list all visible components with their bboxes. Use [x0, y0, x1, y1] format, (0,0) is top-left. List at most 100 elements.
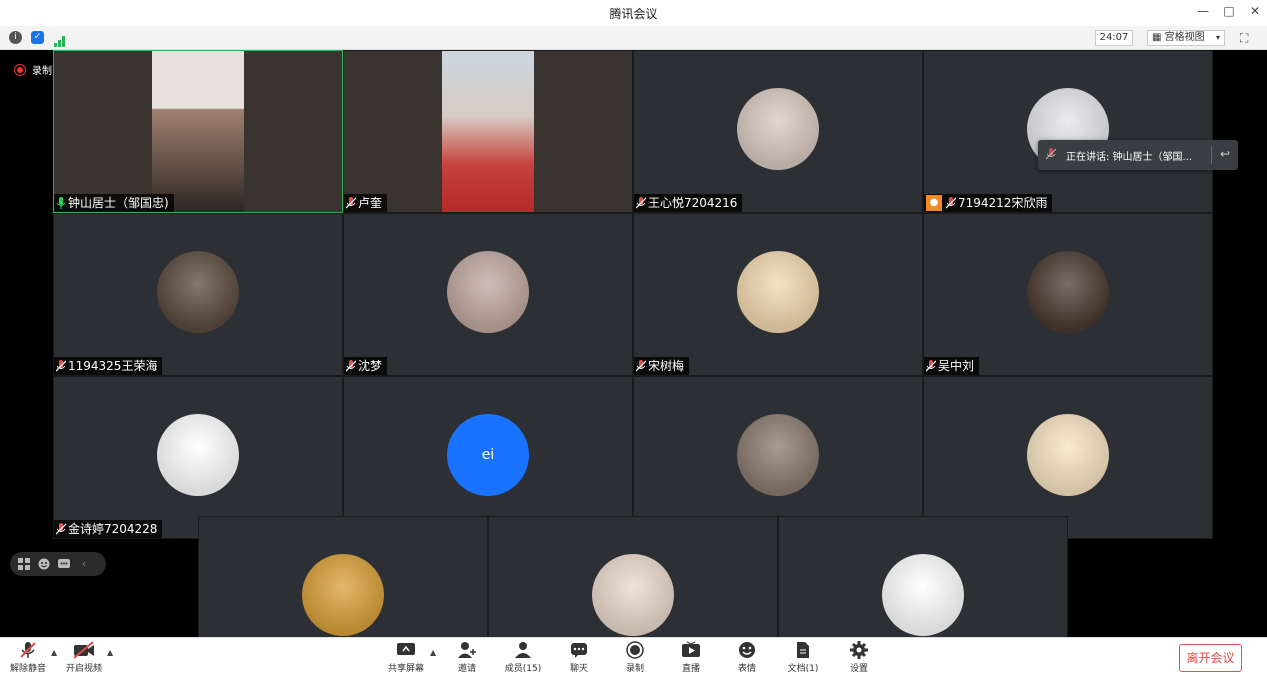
avatar: [737, 87, 819, 170]
record-dot-icon: [14, 63, 26, 76]
bottom-toolbar: 解除静音 ▲ 开启视频 ▲ 共享屏幕 ▲ 邀请 成员(15) 聊天 录制 直播 …: [0, 637, 1267, 679]
divider: [1211, 146, 1212, 164]
meeting-timer: 24:07: [1095, 30, 1133, 46]
view-mode-select[interactable]: ▦ 宫格视图 ▾: [1147, 30, 1225, 46]
record-icon: [626, 641, 644, 659]
chat-button[interactable]: 聊天: [551, 641, 607, 677]
participant-name-tag: 王心悦7204216: [634, 194, 743, 212]
info-icon[interactable]: i: [9, 31, 22, 44]
live-button[interactable]: 直播: [663, 641, 719, 677]
reply-icon[interactable]: ↩: [1220, 147, 1230, 161]
participant-tile[interactable]: 钟山居士（邹国忠): [53, 50, 343, 213]
participant-name: 1194325王荣海: [68, 359, 158, 373]
record-button[interactable]: 录制: [607, 641, 663, 677]
docs-button[interactable]: 文档(1): [775, 641, 831, 677]
microphone-icon: [1045, 147, 1057, 163]
reactions-button[interactable]: 表情: [719, 641, 775, 677]
avatar: [737, 413, 819, 496]
participant-name-tag: 吴中刘: [924, 357, 980, 375]
camera-off-icon: [73, 641, 94, 659]
members-icon: [515, 642, 531, 658]
start-video-button[interactable]: 开启视频: [56, 641, 112, 677]
participant-name: 吴中刘: [938, 359, 975, 373]
video-options-icon[interactable]: ▲: [107, 648, 113, 657]
avatar: [157, 250, 239, 333]
minimize-icon[interactable]: —: [1197, 4, 1209, 18]
chat-icon[interactable]: [58, 558, 70, 570]
view-mode-label: 宫格视图: [1164, 32, 1205, 43]
invite-button[interactable]: 邀请: [439, 641, 495, 677]
participant-name-tag: 1194325王荣海: [54, 357, 163, 375]
microphone-icon: [346, 360, 356, 372]
unmute-label: 解除静音: [9, 664, 46, 674]
participant-name: 7194212宋欣雨: [958, 196, 1048, 210]
side-toolbar: ‹: [10, 552, 106, 576]
microphone-icon: [946, 197, 956, 209]
window-title: 腾讯会议: [609, 7, 658, 21]
microphone-icon: [636, 360, 646, 372]
participant-tile[interactable]: 1194325王荣海: [53, 213, 343, 376]
share-screen-label: 共享屏幕: [387, 664, 424, 674]
members-button[interactable]: 成员(15): [495, 641, 551, 677]
participant-tile[interactable]: 金诗婷7204228: [53, 376, 343, 539]
participant-tile[interactable]: 王心悦7204216: [633, 50, 923, 213]
participant-name: 金诗婷7204228: [68, 522, 158, 536]
avatar: [302, 553, 384, 636]
settings-label: 设置: [849, 664, 868, 674]
document-icon: [797, 642, 809, 658]
emoji-icon[interactable]: [38, 558, 50, 570]
docs-label: 文档(1): [787, 664, 819, 674]
chat-label: 聊天: [569, 664, 588, 674]
participant-name-tag: 金诗婷7204228: [54, 520, 163, 538]
restore-icon[interactable]: □: [1223, 4, 1235, 18]
avatar: ei: [447, 413, 529, 496]
participant-tile[interactable]: 王雨蒙7204215: [923, 376, 1213, 539]
participant-tile[interactable]: ● 7194212宋欣雨: [923, 50, 1213, 213]
grid-icon: ▦: [1152, 32, 1162, 43]
meeting-info-bar: i ✓ 24:07 ▦ 宫格视图 ▾ ⛶: [0, 26, 1267, 50]
participant-tile[interactable]: [778, 516, 1068, 637]
video-grid: 录制中 钟山居士（邹国忠) 卢奎 王心悦7204216 ● 7194212宋欣雨 1194…: [0, 50, 1267, 637]
participant-tile[interactable]: 卢奎: [343, 50, 633, 213]
shield-icon[interactable]: ✓: [31, 31, 44, 44]
leave-meeting-button[interactable]: 离开会议: [1179, 644, 1242, 672]
share-options-icon[interactable]: ▲: [430, 648, 436, 657]
speaking-indicator[interactable]: 正在讲话: 钟山居士（邹国... ↩: [1038, 140, 1238, 170]
participant-tile[interactable]: ei裴peipei: [343, 376, 633, 539]
participant-tile[interactable]: [198, 516, 488, 637]
window-controls: — □ ✕: [1197, 4, 1261, 18]
title-bar: 腾讯会议 — □ ✕: [0, 0, 1267, 26]
add-user-icon: [458, 642, 476, 658]
fullscreen-icon[interactable]: ⛶: [1240, 31, 1248, 46]
video-feed: [152, 51, 244, 212]
participant-tile[interactable]: 吴中刘: [923, 213, 1213, 376]
participant-tile[interactable]: 沈梦: [343, 213, 633, 376]
settings-button[interactable]: 设置: [831, 641, 887, 677]
participant-tile[interactable]: [488, 516, 778, 637]
collapse-icon[interactable]: ‹: [78, 558, 90, 570]
live-icon: [682, 641, 700, 657]
participant-name: 宋树梅: [648, 359, 685, 373]
participant-tile[interactable]: 1194225刘华: [633, 376, 923, 539]
host-icon: ●: [926, 195, 942, 211]
signal-icon[interactable]: [54, 32, 66, 47]
members-label: 成员(15): [504, 664, 542, 674]
video-feed: [442, 51, 534, 212]
invite-label: 邀请: [457, 664, 476, 674]
speaking-label: 正在讲话: 钟山居士（邹国...: [1066, 151, 1193, 163]
reactions-label: 表情: [737, 664, 756, 674]
participant-name: 卢奎: [358, 196, 383, 210]
chevron-down-icon: ▾: [1215, 33, 1220, 42]
avatar: [1027, 413, 1109, 496]
live-label: 直播: [681, 664, 700, 674]
unmute-button[interactable]: 解除静音: [0, 641, 56, 677]
share-screen-button[interactable]: 共享屏幕: [378, 641, 434, 677]
participant-tile[interactable]: 宋树梅: [633, 213, 923, 376]
close-icon[interactable]: ✕: [1249, 4, 1261, 18]
start-video-label: 开启视频: [65, 664, 102, 674]
participant-name: 王心悦7204216: [648, 196, 738, 210]
participant-name-tag: 钟山居士（邹国忠): [54, 194, 174, 212]
layout-icon[interactable]: [18, 558, 30, 570]
participant-name-tag: 沈梦: [344, 357, 388, 375]
avatar: [592, 553, 674, 636]
